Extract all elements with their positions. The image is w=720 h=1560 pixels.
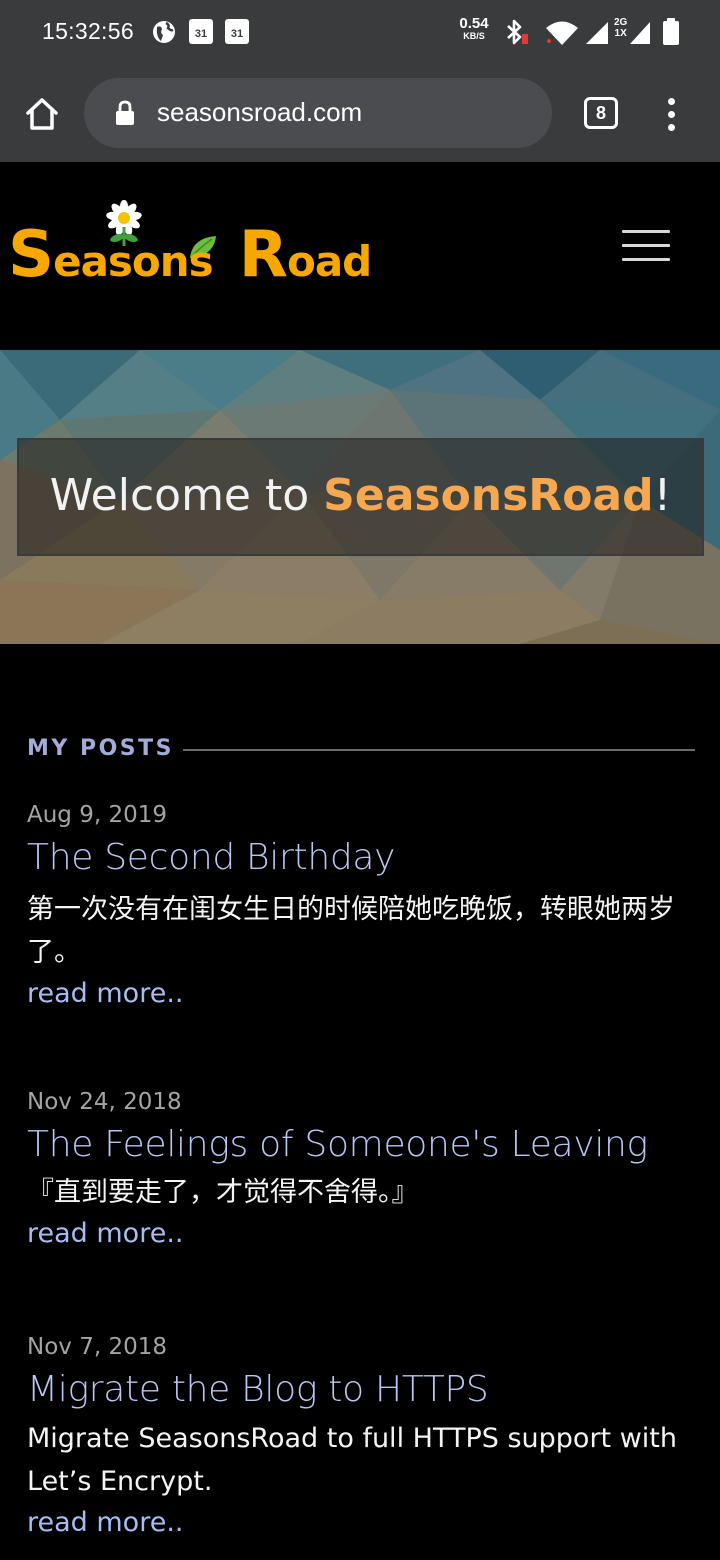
browser-toolbar: seasonsroad.com 8 (0, 64, 720, 162)
network-type-bottom: 1X (614, 28, 627, 39)
post-item: Nov 7, 2018 Migrate the Blog to HTTPS Mi… (27, 1332, 695, 1543)
calendar-icon: 31 (189, 19, 213, 44)
hero-banner: Welcome to SeasonsRoad! (0, 350, 720, 644)
welcome-suffix: ! (653, 470, 672, 521)
post-date: Nov 24, 2018 (27, 1089, 182, 1115)
logo-word-oad: oad (286, 237, 372, 286)
read-more-link[interactable]: read more.. (27, 1503, 184, 1543)
logo-letter-s: S (8, 218, 54, 292)
network-speed-unit: KB/S (463, 31, 485, 41)
network-type-top: 2G (614, 17, 628, 28)
battery-icon (663, 18, 679, 45)
logo-letter-r: R (238, 218, 288, 292)
post-item: Nov 24, 2018 The Feelings of Someone's L… (27, 1087, 695, 1254)
network-speed: 0.54 KB/S (456, 16, 492, 41)
posts-section-header: MY POSTS (27, 736, 695, 766)
welcome-brand: SeasonsRoad (323, 470, 654, 521)
cell-signal-icon (586, 22, 608, 44)
logo-word-easons: easons (53, 237, 214, 286)
welcome-box: Welcome to SeasonsRoad! (17, 438, 704, 556)
post-date: Aug 9, 2019 (27, 802, 168, 828)
section-divider (183, 749, 695, 751)
hamburger-menu-icon[interactable] (622, 230, 670, 264)
status-bar: 15:32:56 31 31 0.54 KB/S 2G 1X (0, 0, 720, 64)
site-logo[interactable]: Seasons Road (8, 198, 372, 292)
network-type-label: 2G 1X (614, 17, 627, 39)
section-title: MY POSTS (27, 736, 175, 761)
post-excerpt: 『直到要走了，才觉得不舍得。』 (27, 1177, 419, 1208)
post-item: Aug 9, 2019 The Second Birthday 第一次没有在闺女… (27, 800, 695, 1014)
post-title-link[interactable]: The Feelings of Someone's Leaving (27, 1121, 695, 1169)
bluetooth-icon (507, 19, 528, 45)
home-icon[interactable] (22, 94, 62, 134)
welcome-heading: Welcome to SeasonsRoad! (19, 440, 702, 552)
tab-switcher-button[interactable]: 8 (584, 97, 618, 129)
post-title-link[interactable]: The Second Birthday (27, 834, 695, 882)
overflow-menu-icon[interactable] (658, 94, 684, 134)
globe-notification-icon (153, 21, 175, 43)
site-header: Seasons Road (0, 162, 720, 350)
post-date: Nov 7, 2018 (27, 1334, 167, 1360)
cell-signal-icon (630, 22, 650, 44)
post-title-link[interactable]: Migrate the Blog to HTTPS (27, 1366, 695, 1414)
read-more-link[interactable]: read more.. (27, 1214, 184, 1254)
post-excerpt: Migrate SeasonsRoad to full HTTPS suppor… (27, 1423, 677, 1497)
network-speed-value: 0.54 (459, 15, 489, 32)
read-more-link[interactable]: read more.. (27, 974, 184, 1014)
welcome-prefix: Welcome to (49, 470, 324, 521)
address-bar[interactable]: seasonsroad.com (84, 78, 552, 148)
calendar-icon: 31 (225, 19, 249, 44)
status-time: 15:32:56 (42, 18, 134, 44)
wifi-icon (546, 21, 578, 45)
url-text: seasonsroad.com (157, 97, 363, 127)
lock-icon (116, 100, 134, 125)
post-excerpt: 第一次没有在闺女生日的时候陪她吃晚饭，转眼她两岁了。 (27, 894, 675, 968)
logo-text: Seasons Road (8, 218, 372, 292)
